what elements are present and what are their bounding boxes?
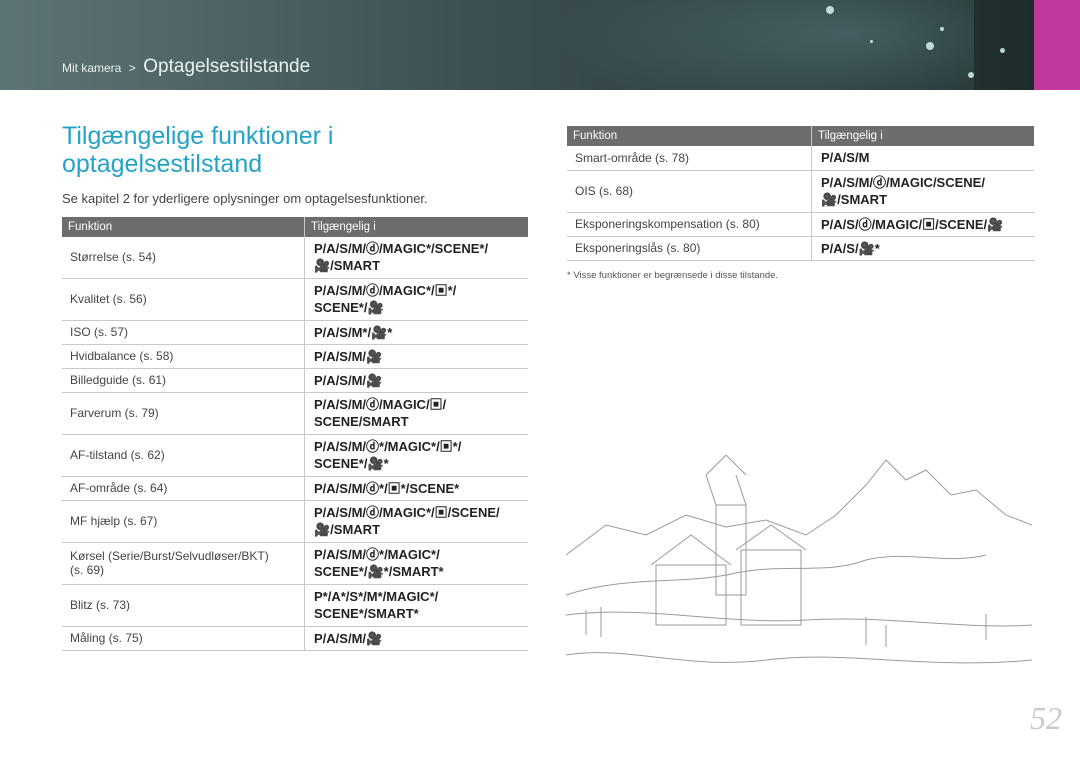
modes-cell: P/A/S/M/ⓓ/MAGIC*/SCENE*/ 🎥/SMART [304, 237, 528, 279]
table-row: Måling (s. 75) P/A/S/M/🎥 [62, 626, 528, 651]
function-cell: MF hjælp (s. 67) [62, 500, 305, 543]
header-banner: Mit kamera > Optagelsestilstande [0, 0, 1034, 90]
function-table-right: Funktion Tilgængelig i Smart-område (s. … [567, 126, 1034, 261]
function-cell: Billedguide (s. 61) [62, 368, 305, 393]
banner-glow [554, 0, 974, 90]
footnote: * Visse funktioner er begrænsede i disse… [567, 270, 779, 281]
village-illustration [566, 455, 1032, 664]
breadcrumb-separator: > [128, 61, 136, 75]
table-row: ISO (s. 57) P/A/S/M*/🎥* [62, 320, 528, 345]
column-header-available: Tilgængelig i [304, 217, 528, 237]
function-cell: Blitz (s. 73) [62, 584, 305, 627]
sparkle-decoration [870, 40, 873, 43]
function-cell: Størrelse (s. 54) [62, 237, 305, 279]
table-row: Hvidbalance (s. 58) P/A/S/M/🎥 [62, 344, 528, 369]
sparkle-decoration [826, 6, 834, 14]
modes-cell: P/A/S/M/🎥 [304, 368, 528, 393]
function-cell: Eksponeringslås (s. 80) [567, 236, 812, 261]
table-row: Kørsel (Serie/Burst/Selvudløser/BKT) (s.… [62, 542, 528, 585]
modes-cell: P/A/S/M [811, 146, 1034, 171]
function-cell: Hvidbalance (s. 58) [62, 344, 305, 369]
function-table-left: Funktion Tilgængelig i Størrelse (s. 54)… [62, 217, 528, 651]
function-cell: Eksponeringskompensation (s. 80) [567, 212, 812, 237]
sparkle-decoration [968, 72, 974, 78]
table-row: Størrelse (s. 54) P/A/S/M/ⓓ/MAGIC*/SCENE*… [62, 237, 528, 279]
table-row: Kvalitet (s. 56) P/A/S/M/ⓓ/MAGIC*/▣*/ SCE… [62, 278, 528, 321]
modes-cell: P/A/S/M*/🎥* [304, 320, 528, 345]
function-cell: ISO (s. 57) [62, 320, 305, 345]
modes-cell: P/A/S/M/ⓓ*/MAGIC*/ SCENE*/🎥*/SMART* [304, 542, 528, 585]
modes-cell: P/A/S/M/🎥 [304, 626, 528, 651]
intro-text: Se kapitel 2 for yderligere oplysninger … [62, 191, 428, 206]
modes-cell: P*/A*/S*/M*/MAGIC*/ SCENE*/SMART* [304, 584, 528, 627]
modes-cell: P/A/S/M/ⓓ/MAGIC/▣/ SCENE/SMART [304, 392, 528, 435]
table-row: Blitz (s. 73) P*/A*/S*/M*/MAGIC*/ SCENE*/… [62, 584, 528, 627]
table-row: AF-tilstand (s. 62) P/A/S/M/ⓓ*/MAGIC*/▣*/… [62, 434, 528, 477]
modes-cell: P/A/S/M/ⓓ*/MAGIC*/▣*/ SCENE*/🎥* [304, 434, 528, 477]
table-row: OIS (s. 68) P/A/S/M/ⓓ/MAGIC/SCENE/ 🎥/SMAR… [567, 170, 1034, 213]
function-cell: Kørsel (Serie/Burst/Selvudløser/BKT) (s.… [62, 542, 305, 585]
modes-cell: P/A/S/🎥* [811, 236, 1034, 261]
modes-cell: P/A/S/M/ⓓ*/▣*/SCENE* [304, 476, 528, 501]
function-cell: AF-område (s. 64) [62, 476, 305, 501]
function-cell: Kvalitet (s. 56) [62, 278, 305, 321]
table-row: Eksponeringslås (s. 80) P/A/S/🎥* [567, 236, 1034, 261]
modes-cell: P/A/S/ⓓ/MAGIC/▣/SCENE/🎥 [811, 212, 1034, 237]
function-cell: AF-tilstand (s. 62) [62, 434, 305, 477]
table-row: Farverum (s. 79) P/A/S/M/ⓓ/MAGIC/▣/ SCENE… [62, 392, 528, 435]
breadcrumb: Mit kamera > Optagelsestilstande [62, 56, 310, 78]
function-cell: OIS (s. 68) [567, 170, 812, 213]
function-cell: Måling (s. 75) [62, 626, 305, 651]
modes-cell: P/A/S/M/ⓓ/MAGIC/SCENE/ 🎥/SMART [811, 170, 1034, 213]
sparkle-decoration [940, 27, 944, 31]
page-number: 52 [1030, 700, 1062, 736]
table-row: Eksponeringskompensation (s. 80) P/A/S/ⓓ/… [567, 212, 1034, 237]
modes-cell: P/A/S/M/ⓓ/MAGIC*/▣/SCENE/ 🎥/SMART [304, 500, 528, 543]
sparkle-decoration [1000, 48, 1005, 53]
modes-cell: P/A/S/M/ⓓ/MAGIC*/▣*/ SCENE*/🎥 [304, 278, 528, 321]
column-header-function: Funktion [62, 217, 305, 237]
table-row: AF-område (s. 64) P/A/S/M/ⓓ*/▣*/SCENE* [62, 476, 528, 501]
breadcrumb-current: Optagelsestilstande [143, 56, 311, 77]
modes-cell: P/A/S/M/🎥 [304, 344, 528, 369]
table-row: Smart-område (s. 78) P/A/S/M [567, 146, 1034, 171]
chapter-tab [1034, 0, 1080, 90]
function-cell: Smart-område (s. 78) [567, 146, 812, 171]
table-row: MF hjælp (s. 67) P/A/S/M/ⓓ/MAGIC*/▣/SCENE… [62, 500, 528, 543]
sparkle-decoration [926, 42, 934, 50]
page-title: Tilgængelige funktioner i optagelsestils… [62, 122, 334, 178]
column-header-available: Tilgængelig i [811, 126, 1034, 146]
breadcrumb-parent[interactable]: Mit kamera [62, 61, 121, 75]
column-header-function: Funktion [567, 126, 812, 146]
table-row: Billedguide (s. 61) P/A/S/M/🎥 [62, 368, 528, 393]
function-cell: Farverum (s. 79) [62, 392, 305, 435]
